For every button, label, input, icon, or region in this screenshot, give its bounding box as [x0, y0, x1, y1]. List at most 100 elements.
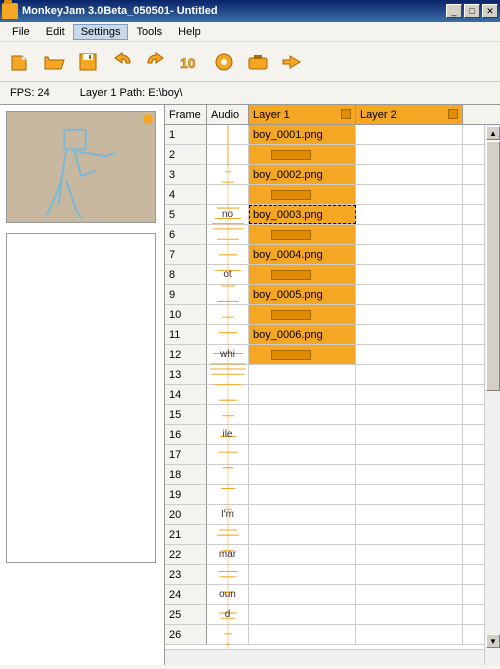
audio-cell[interactable] — [207, 325, 249, 344]
layer1-cell[interactable]: boy_0005.png — [249, 285, 356, 304]
frame-cell[interactable]: 19 — [165, 485, 207, 504]
audio-cell[interactable] — [207, 225, 249, 244]
table-row[interactable]: 16ile — [165, 425, 500, 445]
layer1-cell[interactable] — [249, 445, 356, 464]
horizontal-scrollbar[interactable] — [165, 649, 484, 665]
frame-cell[interactable]: 4 — [165, 185, 207, 204]
table-row[interactable]: 9 boy_0005.png — [165, 285, 500, 305]
table-row[interactable]: 12whi — [165, 345, 500, 365]
frame-cell[interactable]: 10 — [165, 305, 207, 324]
frame-cell[interactable]: 8 — [165, 265, 207, 284]
layer2-cell[interactable] — [356, 205, 463, 224]
layer2-cell[interactable] — [356, 625, 463, 644]
frame-cell[interactable]: 26 — [165, 625, 207, 644]
layer2-cell[interactable] — [356, 225, 463, 244]
layer1-cell[interactable]: boy_0006.png — [249, 325, 356, 344]
layer1-cell[interactable] — [249, 625, 356, 644]
audio-cell[interactable] — [207, 485, 249, 504]
table-row[interactable]: 2 — [165, 145, 500, 165]
audio-cell[interactable]: oun — [207, 585, 249, 604]
audio-cell[interactable] — [207, 185, 249, 204]
layer2-cell[interactable] — [356, 165, 463, 184]
frame-cell[interactable]: 7 — [165, 245, 207, 264]
frame-cell[interactable]: 6 — [165, 225, 207, 244]
frame-cell[interactable]: 13 — [165, 365, 207, 384]
layer2-cell[interactable] — [356, 605, 463, 624]
layer2-cell[interactable] — [356, 505, 463, 524]
audio-cell[interactable] — [207, 125, 249, 144]
layer1-cell[interactable]: boy_0003.png — [249, 205, 356, 224]
layer1-cell[interactable] — [249, 145, 356, 164]
table-row[interactable]: 1 boy_0001.png — [165, 125, 500, 145]
table-row[interactable]: 5noboy_0003.png — [165, 205, 500, 225]
audio-cell[interactable]: mar — [207, 545, 249, 564]
layer2-cell[interactable] — [356, 305, 463, 324]
layer2-cell[interactable] — [356, 445, 463, 464]
close-button[interactable]: ✕ — [482, 4, 498, 18]
col-layer1[interactable]: Layer 1 — [249, 105, 356, 124]
grid-body[interactable]: ▲ ▼ 1boy_0001.png23boy_0002.png45noboy_0… — [165, 125, 500, 665]
audio-cell[interactable] — [207, 465, 249, 484]
layer2-cell[interactable] — [356, 545, 463, 564]
layer2-cell[interactable] — [356, 265, 463, 284]
maximize-button[interactable]: □ — [464, 4, 480, 18]
audio-cell[interactable] — [207, 445, 249, 464]
audio-cell[interactable]: ot — [207, 265, 249, 284]
audio-cell[interactable] — [207, 385, 249, 404]
frame-cell[interactable]: 9 — [165, 285, 207, 304]
layer2-cell[interactable] — [356, 565, 463, 584]
layer2-cell[interactable] — [356, 485, 463, 504]
frame-cell[interactable]: 17 — [165, 445, 207, 464]
table-row[interactable]: 19 — [165, 485, 500, 505]
audio-cell[interactable] — [207, 145, 249, 164]
scroll-down-icon[interactable]: ▼ — [486, 634, 500, 648]
layer1-cell[interactable] — [249, 265, 356, 284]
frame-cell[interactable]: 5 — [165, 205, 207, 224]
table-row[interactable]: 26 — [165, 625, 500, 645]
goto-button[interactable]: 10 — [176, 48, 204, 76]
layer1-cell[interactable]: boy_0002.png — [249, 165, 356, 184]
layer2-cell[interactable] — [356, 285, 463, 304]
layer1-cell[interactable] — [249, 385, 356, 404]
layer1-cell[interactable] — [249, 585, 356, 604]
preview-button[interactable] — [210, 48, 238, 76]
audio-cell[interactable]: I'm — [207, 505, 249, 524]
layer1-cell[interactable] — [249, 525, 356, 544]
layer2-cell[interactable] — [356, 425, 463, 444]
audio-cell[interactable] — [207, 525, 249, 544]
frame-cell[interactable]: 16 — [165, 425, 207, 444]
table-row[interactable]: 6 — [165, 225, 500, 245]
table-row[interactable]: 4 — [165, 185, 500, 205]
table-row[interactable]: 22mar — [165, 545, 500, 565]
frame-cell[interactable]: 1 — [165, 125, 207, 144]
frame-cell[interactable]: 11 — [165, 325, 207, 344]
layer2-cell[interactable] — [356, 145, 463, 164]
layer2-cell[interactable] — [356, 465, 463, 484]
frame-cell[interactable]: 20 — [165, 505, 207, 524]
table-row[interactable]: 13 — [165, 365, 500, 385]
col-frame[interactable]: Frame — [165, 105, 207, 124]
table-row[interactable]: 25d — [165, 605, 500, 625]
col-layer2[interactable]: Layer 2 — [356, 105, 463, 124]
layer1-cell[interactable] — [249, 185, 356, 204]
layer2-cell[interactable] — [356, 185, 463, 204]
preview-thumbnail[interactable] — [6, 111, 156, 223]
layer1-cell[interactable]: boy_0001.png — [249, 125, 356, 144]
table-row[interactable]: 21 — [165, 525, 500, 545]
open-button[interactable] — [40, 48, 68, 76]
col-audio[interactable]: Audio — [207, 105, 249, 124]
frame-cell[interactable]: 25 — [165, 605, 207, 624]
table-row[interactable]: 3boy_0002.png — [165, 165, 500, 185]
frame-cell[interactable]: 24 — [165, 585, 207, 604]
table-row[interactable]: 10 — [165, 305, 500, 325]
layer2-cell[interactable] — [356, 525, 463, 544]
audio-cell[interactable] — [207, 165, 249, 184]
table-row[interactable]: 20I'm — [165, 505, 500, 525]
table-row[interactable]: 11 boy_0006.png — [165, 325, 500, 345]
layer2-cell[interactable] — [356, 125, 463, 144]
layer2-cell[interactable] — [356, 405, 463, 424]
frame-cell[interactable]: 18 — [165, 465, 207, 484]
audio-cell[interactable]: ile — [207, 425, 249, 444]
menu-edit[interactable]: Edit — [38, 24, 73, 40]
frame-cell[interactable]: 12 — [165, 345, 207, 364]
